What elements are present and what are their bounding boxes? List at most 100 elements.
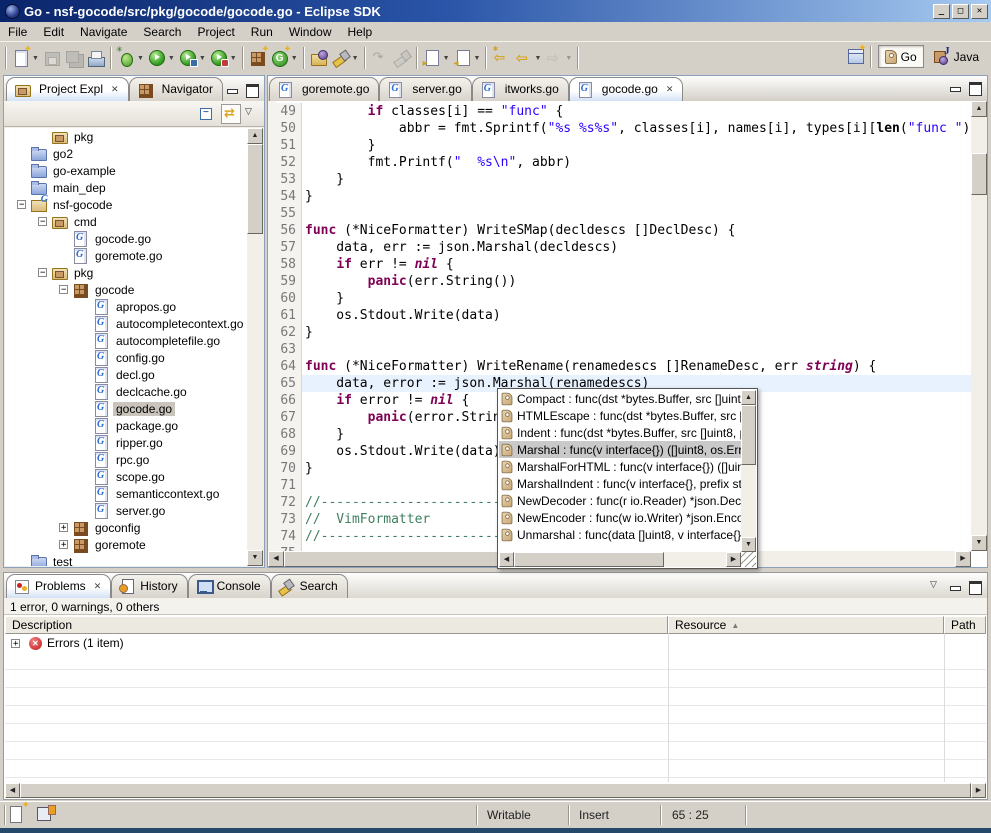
- expand-icon[interactable]: [59, 523, 68, 532]
- maximize-button[interactable]: □: [952, 4, 969, 19]
- code-line-52[interactable]: 52 fmt.Printf(" %s\n", abbr): [276, 154, 971, 171]
- new-wizard-dropdown-icon[interactable]: ▼: [32, 55, 39, 62]
- tree-item-pkg[interactable]: pkg: [5, 264, 247, 281]
- close-tab-icon[interactable]: ✕: [94, 581, 102, 592]
- tree-item-decl-go[interactable]: decl.go: [5, 366, 247, 383]
- tree-item-go2[interactable]: go2: [5, 145, 247, 162]
- bottom-tab-search[interactable]: Search: [271, 574, 348, 598]
- popup-scroll-left-icon[interactable]: ◀: [499, 552, 514, 567]
- external-tools-button[interactable]: ▼: [208, 46, 239, 70]
- tree-item-apropos-go[interactable]: apropos.go: [5, 298, 247, 315]
- completion-item[interactable]: NewEncoder : func(w io.Writer) *json.Enc…: [499, 509, 741, 526]
- previous-annotation-dropdown-icon[interactable]: ▼: [474, 55, 481, 62]
- popup-vscroll-thumb[interactable]: [741, 405, 756, 465]
- problems-hscroll-thumb[interactable]: [20, 783, 971, 798]
- code-line-56[interactable]: 56func (*NiceFormatter) WriteSMap(declde…: [276, 222, 971, 239]
- print-button[interactable]: [85, 46, 107, 70]
- code-line-58[interactable]: 58 if err != nil {: [276, 256, 971, 273]
- tree-item-server-go[interactable]: server.go: [5, 502, 247, 519]
- popup-resize-grip[interactable]: [741, 552, 756, 567]
- tree-item-gocode-go[interactable]: gocode.go: [5, 400, 247, 417]
- last-edit-location-button[interactable]: [490, 46, 512, 70]
- code-line-63[interactable]: 63: [276, 341, 971, 358]
- maximize-pane-icon[interactable]: [968, 581, 981, 592]
- new-project-button[interactable]: [247, 46, 269, 70]
- search-button[interactable]: ▼: [330, 46, 361, 70]
- column-header-resource[interactable]: Resource▲: [668, 616, 944, 634]
- run-button[interactable]: ▼: [146, 46, 177, 70]
- new-go-element-button[interactable]: ▼: [269, 46, 300, 70]
- close-tab-icon[interactable]: ✕: [111, 84, 119, 95]
- menu-help[interactable]: Help: [340, 23, 381, 41]
- editor-tab-goremote-go[interactable]: goremote.go: [269, 77, 379, 101]
- completion-item[interactable]: Marshal : func(v interface{}) ([]uint8, …: [499, 441, 741, 458]
- tree-item-cmd[interactable]: cmd: [5, 213, 247, 230]
- minimize-pane-icon[interactable]: [226, 84, 239, 95]
- tree-item-gocode-go[interactable]: gocode.go: [5, 230, 247, 247]
- tree-item-go-example[interactable]: go-example: [5, 162, 247, 179]
- back-button[interactable]: ▼: [512, 46, 543, 70]
- tree-item-scope-go[interactable]: scope.go: [5, 468, 247, 485]
- minimize-pane-icon[interactable]: [949, 581, 962, 592]
- next-annotation-button[interactable]: ▼: [421, 46, 452, 70]
- popup-hscroll-thumb[interactable]: [514, 552, 664, 567]
- run-history-button[interactable]: ▼: [177, 46, 208, 70]
- popup-hscrollbar[interactable]: ◀ ▶: [499, 552, 741, 567]
- tree-item-declcache-go[interactable]: declcache.go: [5, 383, 247, 400]
- popup-scroll-right-icon[interactable]: ▶: [726, 552, 741, 567]
- completion-item[interactable]: Indent : func(dst *bytes.Buffer, src []u…: [499, 424, 741, 441]
- debug-button[interactable]: ▼: [115, 46, 146, 70]
- column-header-path[interactable]: Path: [944, 616, 986, 634]
- tree-item-nsf-gocode[interactable]: nsf-gocode: [5, 196, 247, 213]
- tree-item-test[interactable]: test: [5, 553, 247, 566]
- link-with-editor-button[interactable]: [221, 104, 241, 124]
- editor-tab-gocode-go[interactable]: gocode.go✕: [569, 77, 684, 101]
- restore-view-icon[interactable]: [36, 805, 56, 825]
- completion-item[interactable]: MarshalIndent : func(v interface{}, pref…: [499, 475, 741, 492]
- code-line-64[interactable]: 64func (*NiceFormatter) WriteRename(rena…: [276, 358, 971, 375]
- menu-edit[interactable]: Edit: [35, 23, 72, 41]
- editor-tab-itworks-go[interactable]: itworks.go: [472, 77, 569, 101]
- code-line-54[interactable]: 54}: [276, 188, 971, 205]
- problems-scroll-left-icon[interactable]: ◀: [5, 783, 20, 798]
- collapse-icon[interactable]: [59, 285, 68, 294]
- tree-item-goconfig[interactable]: goconfig: [5, 519, 247, 536]
- view-menu-icon[interactable]: [245, 108, 258, 119]
- new-wizard-button[interactable]: ▼: [10, 46, 41, 70]
- menu-search[interactable]: Search: [135, 23, 189, 41]
- problems-scroll-right-icon[interactable]: ▶: [971, 783, 986, 798]
- forward-dropdown-icon[interactable]: ▼: [565, 55, 572, 62]
- completion-item[interactable]: Compact : func(dst *bytes.Buffer, src []…: [499, 390, 741, 407]
- completion-item[interactable]: NewDecoder : func(r io.Reader) *json.Dec…: [499, 492, 741, 509]
- view-tab-navigator[interactable]: Navigator: [129, 77, 223, 101]
- editor-scroll-left-icon[interactable]: ◀: [268, 551, 284, 567]
- expand-icon[interactable]: [11, 639, 20, 648]
- code-line-53[interactable]: 53 }: [276, 171, 971, 188]
- problems-row[interactable]: Errors (1 item): [5, 634, 986, 652]
- minimize-button[interactable]: _: [933, 4, 950, 19]
- maximize-pane-icon[interactable]: [245, 84, 258, 95]
- tree-item-goremote-go[interactable]: goremote.go: [5, 247, 247, 264]
- editor-tab-server-go[interactable]: server.go: [379, 77, 471, 101]
- code-line-50[interactable]: 50 abbr = fmt.Sprintf("%s %s%s", classes…: [276, 120, 971, 137]
- run-dropdown-icon[interactable]: ▼: [168, 55, 175, 62]
- code-line-49[interactable]: 49 if classes[i] == "func" {: [276, 103, 971, 120]
- perspective-java[interactable]: Java: [927, 45, 986, 68]
- minimize-pane-icon[interactable]: [949, 82, 962, 93]
- view-menu-icon[interactable]: [930, 581, 943, 592]
- popup-scroll-up-icon[interactable]: ▲: [741, 390, 756, 405]
- tree-scrollbar[interactable]: ▲ ▼: [247, 128, 263, 566]
- collapse-all-button[interactable]: [197, 104, 217, 124]
- tree-scroll-up-icon[interactable]: ▲: [247, 128, 263, 144]
- completion-item[interactable]: HTMLEscape : func(dst *bytes.Buffer, src…: [499, 407, 741, 424]
- fast-view-icon[interactable]: [8, 805, 28, 825]
- code-line-55[interactable]: 55: [276, 205, 971, 222]
- code-line-62[interactable]: 62}: [276, 324, 971, 341]
- menu-navigate[interactable]: Navigate: [72, 23, 135, 41]
- editor-vscroll-thumb[interactable]: [971, 153, 987, 195]
- completion-item[interactable]: MarshalForHTML : func(v interface{}) ([]…: [499, 458, 741, 475]
- column-header-description[interactable]: Description: [5, 616, 668, 634]
- open-resource-button[interactable]: [308, 46, 330, 70]
- tree-item-ripper-go[interactable]: ripper.go: [5, 434, 247, 451]
- menu-project[interactable]: Project: [189, 23, 242, 41]
